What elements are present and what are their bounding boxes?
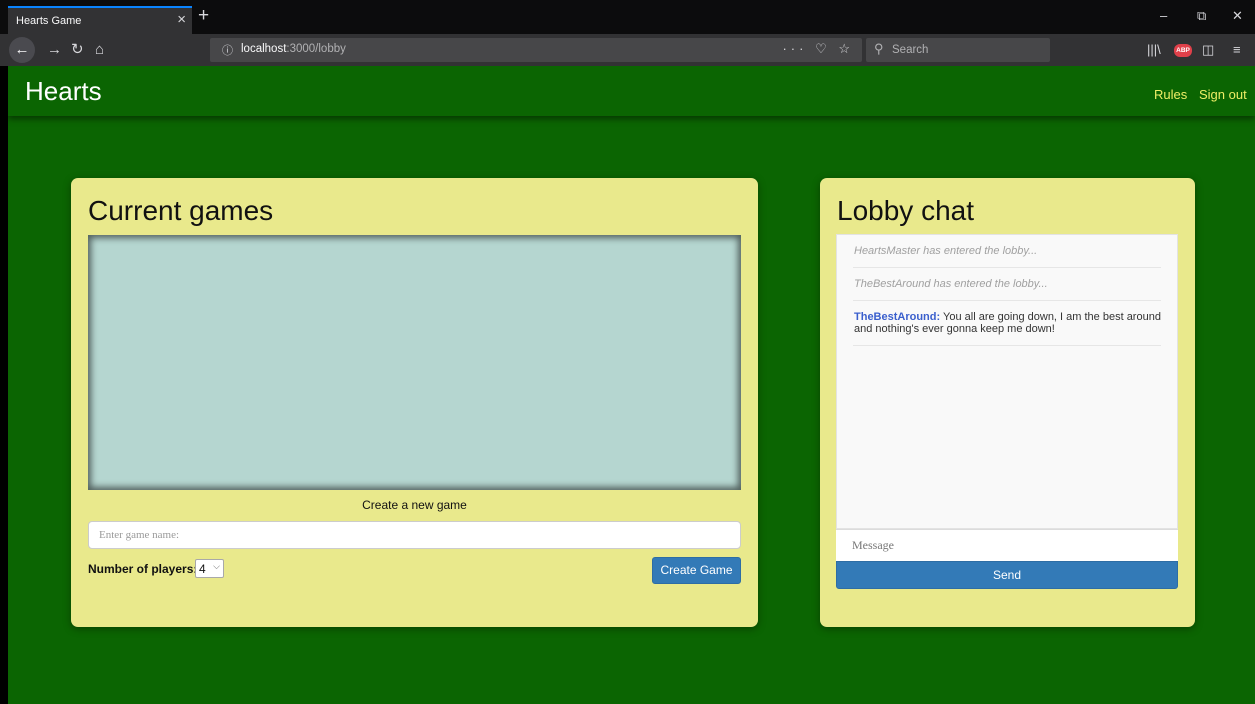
restore-icon[interactable]: ⧉ [1197, 8, 1206, 24]
url-path: :3000/lobby [286, 43, 346, 55]
send-button[interactable]: Send [836, 561, 1178, 589]
browser-search-input[interactable]: ⚲ Search [866, 38, 1050, 62]
chat-panel: Lobby chat HeartsMaster has entered the … [820, 178, 1195, 627]
chat-messages[interactable]: HeartsMaster has entered the lobby... Th… [836, 234, 1178, 529]
search-icon: ⚲ [874, 41, 884, 56]
players-select[interactable]: 4 ⌵ [195, 559, 224, 578]
sidebar-icon[interactable]: ◫ [1202, 42, 1214, 58]
navbar: Hearts Rules Sign out [8, 66, 1255, 116]
minimize-icon[interactable]: – [1160, 8, 1167, 24]
search-placeholder: Search [892, 44, 929, 56]
game-name-input[interactable] [88, 521, 741, 549]
chat-title: Lobby chat [837, 195, 974, 226]
url-host: localhost [241, 43, 287, 55]
chevron-down-icon: ⌵ [213, 561, 220, 571]
url-text[interactable]: localhost:3000/lobby [241, 43, 346, 55]
menu-icon[interactable]: ≡ [1233, 42, 1241, 58]
rules-link[interactable]: Rules [1154, 87, 1187, 102]
browser-tab[interactable]: Hearts Game × [8, 6, 192, 34]
games-panel: Current games Create a new game Number o… [71, 178, 758, 627]
adblock-icon[interactable]: ABP [1174, 44, 1192, 57]
tab-title: Hearts Game [16, 15, 82, 27]
browser-toolbar: ← → ↻ ⌂ ⓘ localhost:3000/lobby ··· ♡ ☆ ⚲… [0, 34, 1255, 66]
back-arrow-icon[interactable]: ← [9, 37, 35, 63]
games-list[interactable] [88, 235, 741, 490]
page-body: Hearts Rules Sign out Current games Crea… [8, 66, 1255, 704]
tab-bar: Hearts Game × + – ⧉ ✕ [0, 0, 1255, 34]
chat-message: HeartsMaster has entered the lobby... [853, 235, 1161, 268]
brand-title[interactable]: Hearts [25, 76, 102, 107]
forward-arrow-icon[interactable]: → [47, 39, 62, 61]
reload-icon[interactable]: ↻ [71, 39, 84, 61]
page-actions-icon[interactable]: ··· ♡ ☆ [782, 41, 854, 57]
chat-message: TheBestAround: You all are going down, I… [853, 301, 1161, 346]
chat-username: TheBestAround: [854, 311, 941, 323]
home-icon[interactable]: ⌂ [95, 39, 104, 61]
new-tab-icon[interactable]: + [198, 6, 209, 26]
url-bar[interactable]: ⓘ localhost:3000/lobby ··· ♡ ☆ [210, 38, 862, 62]
create-game-label: Create a new game [362, 498, 467, 512]
sign-out-link[interactable]: Sign out [1199, 87, 1247, 102]
tab-close-icon[interactable]: × [177, 11, 186, 29]
create-game-button[interactable]: Create Game [652, 557, 741, 584]
close-window-icon[interactable]: ✕ [1232, 8, 1243, 24]
games-title: Current games [88, 195, 274, 226]
players-label: Number of players: [88, 562, 198, 576]
players-value: 4 [199, 562, 206, 576]
message-input[interactable] [836, 529, 1178, 561]
library-icon[interactable]: |||\ [1147, 42, 1161, 58]
chat-message: TheBestAround has entered the lobby... [853, 268, 1161, 301]
info-icon[interactable]: ⓘ [222, 42, 233, 58]
